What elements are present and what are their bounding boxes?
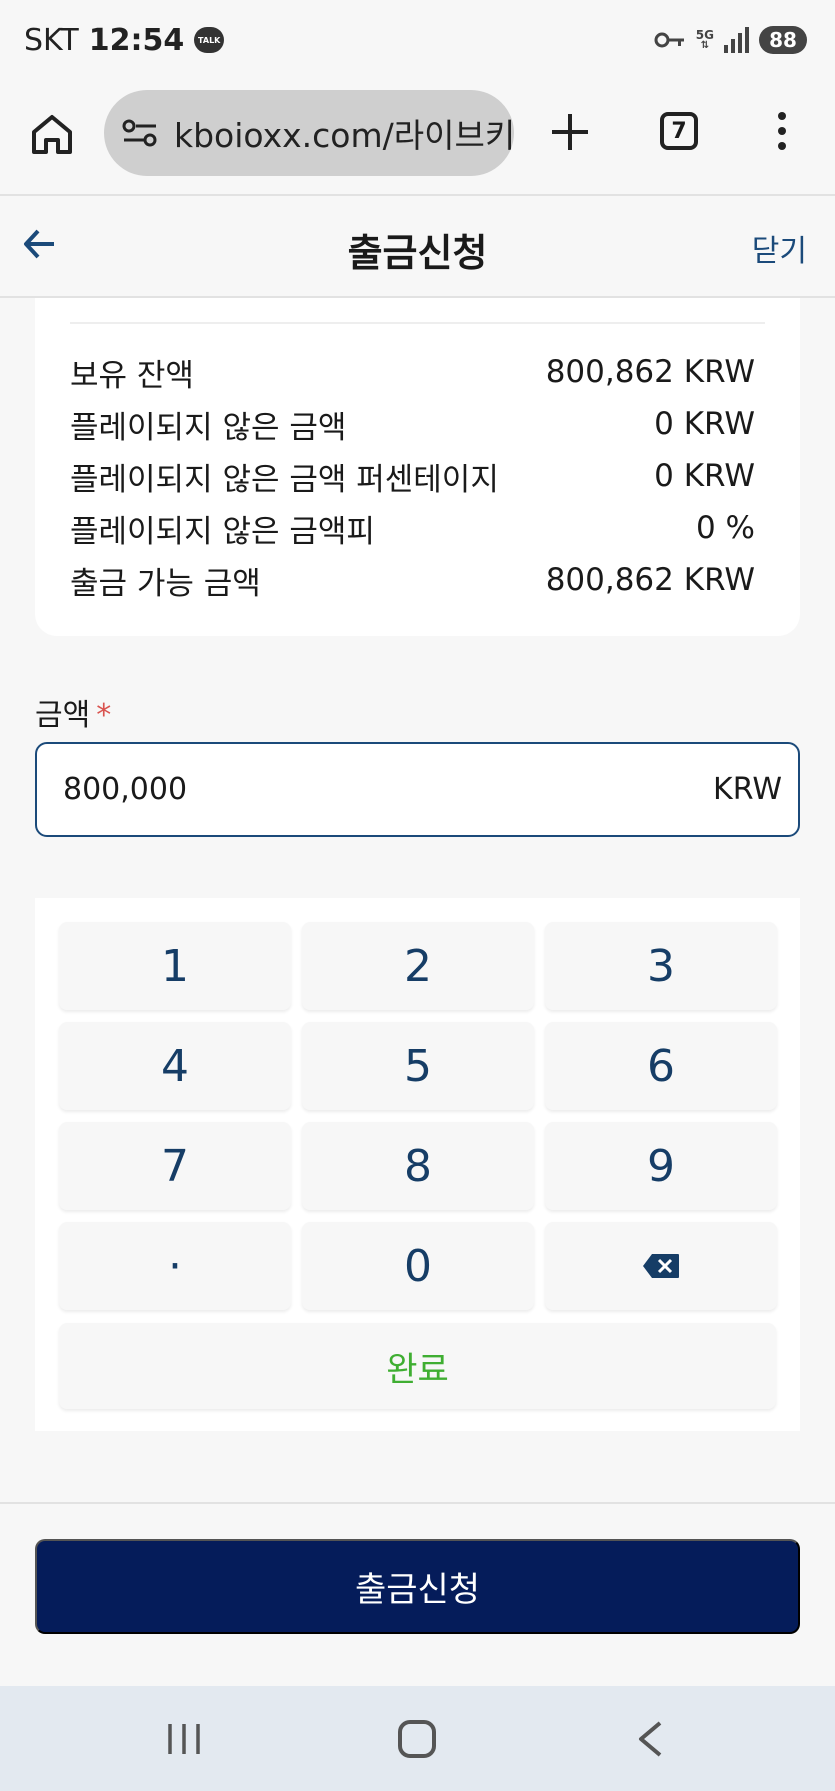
status-bar-right: 5G ⇅ 88 [654,26,807,54]
key-6[interactable]: 6 [545,1022,777,1110]
carrier-name: SKT [24,22,79,58]
page-title: 출금신청 [347,231,488,275]
key-5[interactable]: 5 [302,1022,534,1110]
talk-badge-text: TALK [198,35,221,45]
key-7[interactable]: 7 [59,1122,291,1210]
withdrawable-amount-value: 800,862 KRW [545,562,755,598]
home-button-icon[interactable] [398,1720,436,1758]
backspace-icon [643,1254,679,1278]
url-text: kboioxx.com/라이브키 [174,116,514,155]
key-4[interactable]: 4 [59,1022,291,1110]
card-divider [70,322,765,324]
numeric-keypad: 1 2 3 4 5 6 7 8 9 · 0 완료 [35,898,800,1431]
kakaotalk-icon: TALK [194,27,225,53]
unplayed-percentage-label: 플레이되지 않은 금액 퍼센테이지 [70,461,499,498]
vpn-key-icon [654,32,684,48]
amount-label: 금액 * [35,690,111,734]
signal-strength-icon [724,27,749,53]
balance-card: 보유 잔액 800,862 KRW 플레이되지 않은 금액 0 KRW 플레이되… [35,298,800,636]
more-options-icon[interactable] [772,112,792,154]
withdrawable-amount-row: 출금 가능 금액 800,862 KRW [70,560,755,602]
amount-label-text: 금액 [35,698,91,733]
balance-value: 800,862 KRW [545,354,755,390]
address-bar[interactable]: kboioxx.com/라이브키 [104,90,514,176]
battery-level: 88 [769,28,797,52]
amount-input[interactable] [63,772,714,807]
close-button[interactable]: 닫기 [752,226,807,270]
key-9[interactable]: 9 [545,1122,777,1210]
back-icon[interactable] [636,1720,664,1758]
key-backspace[interactable] [545,1222,777,1310]
clock: 12:54 [88,22,185,58]
keypad-done-button[interactable]: 완료 [59,1323,776,1409]
unplayed-percentage-value: 0 KRW [654,458,755,494]
bottom-divider [0,1502,835,1504]
unplayed-amount-label: 플레이되지 않은 금액 [70,409,347,446]
battery-icon: 88 [759,26,807,54]
key-decimal[interactable]: · [59,1222,291,1310]
balance-row: 보유 잔액 800,862 KRW [70,352,755,394]
page-header: 출금신청 닫기 [0,196,835,298]
tab-count: 7 [671,118,687,144]
unplayed-fee-row: 플레이되지 않은 금액피 0 % [70,508,755,550]
key-2[interactable]: 2 [302,922,534,1010]
unplayed-amount-row: 플레이되지 않은 금액 0 KRW [70,404,755,446]
new-tab-icon[interactable] [548,110,592,154]
unplayed-fee-value: 0 % [695,510,755,546]
status-bar: SKT 12:54 TALK 5G ⇅ 88 [0,0,835,80]
unplayed-fee-label: 플레이되지 않은 금액피 [70,513,375,550]
key-0[interactable]: 0 [302,1222,534,1310]
status-bar-left: SKT 12:54 TALK [24,22,225,58]
network-5g-icon: 5G ⇅ [695,28,714,51]
tab-switcher-button[interactable]: 7 [660,112,698,150]
required-mark: * [96,698,112,733]
withdrawable-amount-label: 출금 가능 금액 [70,565,261,602]
amount-field[interactable]: KRW [35,742,800,837]
unplayed-percentage-row: 플레이되지 않은 금액 퍼센테이지 0 KRW [70,456,755,498]
balance-label: 보유 잔액 [70,357,194,394]
key-1[interactable]: 1 [59,922,291,1010]
key-3[interactable]: 3 [545,922,777,1010]
system-navigation-bar [0,1686,835,1791]
site-settings-icon[interactable] [122,118,158,148]
recent-apps-icon[interactable] [166,1722,202,1756]
unplayed-amount-value: 0 KRW [654,406,755,442]
browser-toolbar: kboioxx.com/라이브키 7 [0,80,835,196]
amount-unit: KRW [713,772,782,807]
key-8[interactable]: 8 [302,1122,534,1210]
withdraw-submit-button[interactable]: 출금신청 [35,1539,800,1634]
home-icon[interactable] [30,112,74,156]
